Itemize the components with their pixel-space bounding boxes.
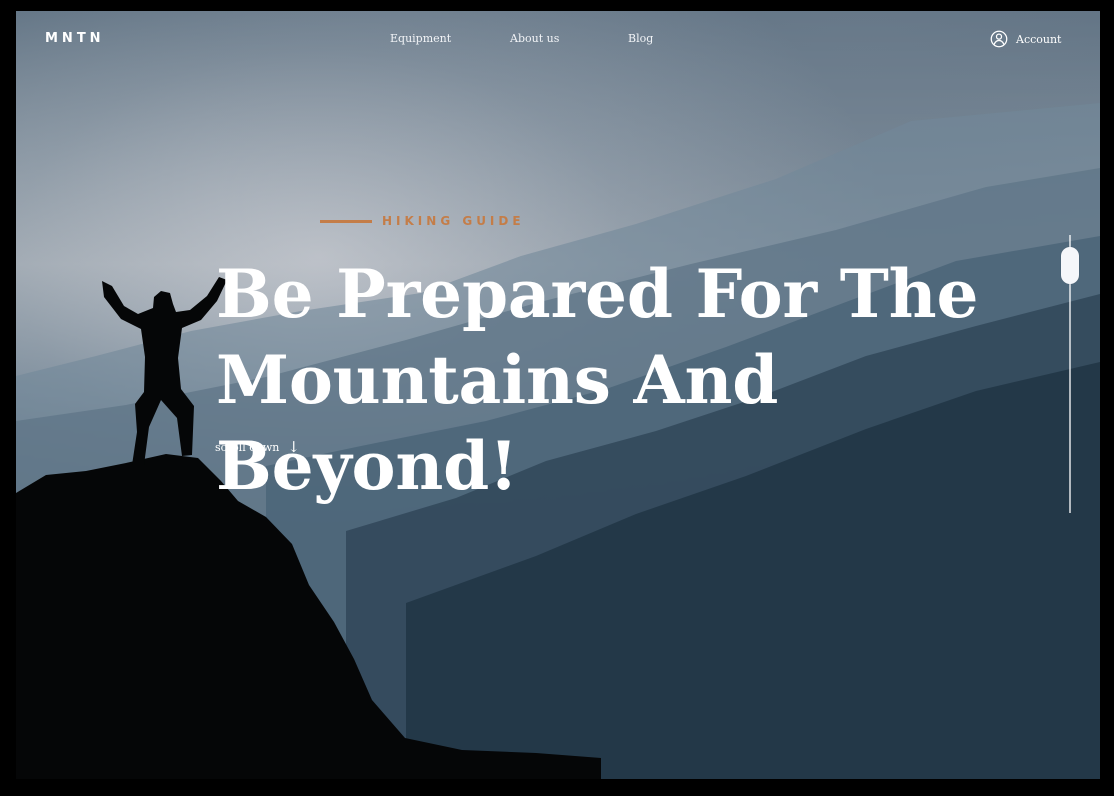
arrow-down-icon: ↓ xyxy=(287,438,300,456)
account-label: Account xyxy=(1016,32,1062,46)
top-navigation: MNTN Equipment About us Blog Account xyxy=(16,11,1100,67)
hero-heading: Be Prepared For The Mountains And Beyond… xyxy=(216,251,1066,509)
account-button[interactable]: Account xyxy=(990,29,1061,49)
hero-heading-line-2: Mountains And Beyond! xyxy=(216,341,779,505)
hero-heading-line-1: Be Prepared For The xyxy=(216,255,979,333)
nav-blog-link[interactable]: Blog xyxy=(628,32,653,46)
brand-logo[interactable]: MNTN xyxy=(45,31,105,47)
nav-about-us-link[interactable]: About us xyxy=(510,32,559,46)
vertical-scroll-thumb[interactable] xyxy=(1061,247,1079,284)
hero-frame: MNTN Equipment About us Blog Account HIK… xyxy=(16,11,1100,779)
scroll-down-link[interactable]: scroll down ↓ xyxy=(215,438,300,456)
scroll-down-label: scroll down xyxy=(215,441,280,454)
nav-equipment-link[interactable]: Equipment xyxy=(390,32,451,46)
user-account-icon xyxy=(990,30,1008,48)
hero-eyebrow: HIKING GUIDE xyxy=(320,214,525,228)
eyebrow-text: HIKING GUIDE xyxy=(382,214,525,228)
eyebrow-accent-line xyxy=(320,219,372,223)
